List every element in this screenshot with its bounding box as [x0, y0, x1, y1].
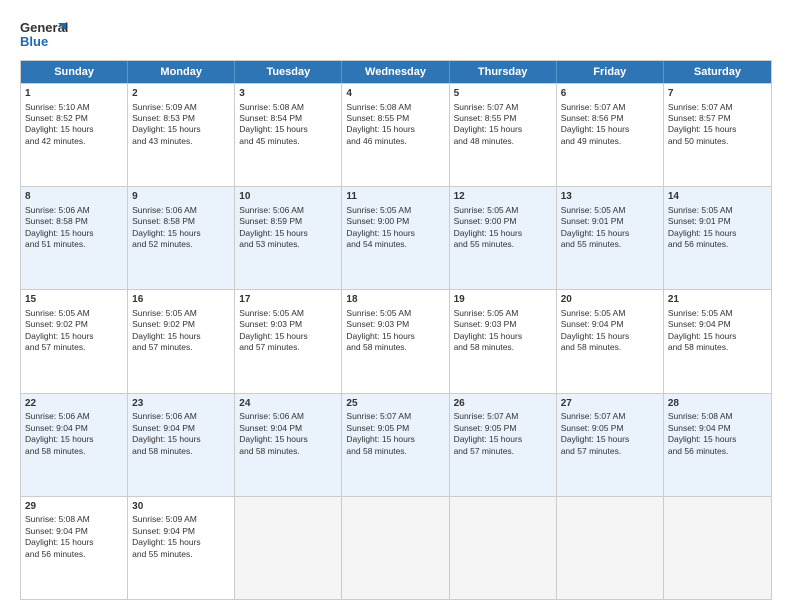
day-cell: 21Sunrise: 5:05 AMSunset: 9:04 PMDayligh… — [664, 290, 771, 392]
day-cell: 5Sunrise: 5:07 AMSunset: 8:55 PMDaylight… — [450, 84, 557, 186]
day-cell: 22Sunrise: 5:06 AMSunset: 9:04 PMDayligh… — [21, 394, 128, 496]
empty-cell — [450, 497, 557, 599]
day-number: 24 — [239, 397, 337, 411]
day-of-week-header: Saturday — [664, 61, 771, 83]
day-cell: 19Sunrise: 5:05 AMSunset: 9:03 PMDayligh… — [450, 290, 557, 392]
header: GeneralBlue — [20, 18, 772, 50]
day-cell: 12Sunrise: 5:05 AMSunset: 9:00 PMDayligh… — [450, 187, 557, 289]
day-cell: 8Sunrise: 5:06 AMSunset: 8:58 PMDaylight… — [21, 187, 128, 289]
calendar-body: 1Sunrise: 5:10 AMSunset: 8:52 PMDaylight… — [21, 83, 771, 599]
day-of-week-header: Wednesday — [342, 61, 449, 83]
day-number: 18 — [346, 293, 444, 307]
day-number: 30 — [132, 500, 230, 514]
day-cell: 27Sunrise: 5:07 AMSunset: 9:05 PMDayligh… — [557, 394, 664, 496]
day-cell: 3Sunrise: 5:08 AMSunset: 8:54 PMDaylight… — [235, 84, 342, 186]
day-cell: 29Sunrise: 5:08 AMSunset: 9:04 PMDayligh… — [21, 497, 128, 599]
day-number: 27 — [561, 397, 659, 411]
day-number: 10 — [239, 190, 337, 204]
day-cell: 25Sunrise: 5:07 AMSunset: 9:05 PMDayligh… — [342, 394, 449, 496]
day-cell: 24Sunrise: 5:06 AMSunset: 9:04 PMDayligh… — [235, 394, 342, 496]
day-cell: 16Sunrise: 5:05 AMSunset: 9:02 PMDayligh… — [128, 290, 235, 392]
day-number: 5 — [454, 87, 552, 101]
day-cell: 30Sunrise: 5:09 AMSunset: 9:04 PMDayligh… — [128, 497, 235, 599]
day-number: 17 — [239, 293, 337, 307]
day-number: 15 — [25, 293, 123, 307]
day-number: 28 — [668, 397, 767, 411]
day-number: 11 — [346, 190, 444, 204]
day-number: 26 — [454, 397, 552, 411]
calendar-row: 29Sunrise: 5:08 AMSunset: 9:04 PMDayligh… — [21, 496, 771, 599]
day-number: 19 — [454, 293, 552, 307]
logo-svg: GeneralBlue — [20, 18, 70, 50]
empty-cell — [342, 497, 449, 599]
calendar-header: SundayMondayTuesdayWednesdayThursdayFrid… — [21, 61, 771, 83]
day-number: 29 — [25, 500, 123, 514]
day-of-week-header: Thursday — [450, 61, 557, 83]
day-cell: 4Sunrise: 5:08 AMSunset: 8:55 PMDaylight… — [342, 84, 449, 186]
day-number: 25 — [346, 397, 444, 411]
day-cell: 14Sunrise: 5:05 AMSunset: 9:01 PMDayligh… — [664, 187, 771, 289]
day-cell: 6Sunrise: 5:07 AMSunset: 8:56 PMDaylight… — [557, 84, 664, 186]
page: GeneralBlue SundayMondayTuesdayWednesday… — [0, 0, 792, 612]
day-of-week-header: Sunday — [21, 61, 128, 83]
day-number: 2 — [132, 87, 230, 101]
day-number: 6 — [561, 87, 659, 101]
day-cell: 10Sunrise: 5:06 AMSunset: 8:59 PMDayligh… — [235, 187, 342, 289]
day-number: 7 — [668, 87, 767, 101]
day-number: 22 — [25, 397, 123, 411]
day-number: 23 — [132, 397, 230, 411]
day-number: 14 — [668, 190, 767, 204]
day-number: 1 — [25, 87, 123, 101]
day-number: 13 — [561, 190, 659, 204]
day-of-week-header: Tuesday — [235, 61, 342, 83]
day-cell: 1Sunrise: 5:10 AMSunset: 8:52 PMDaylight… — [21, 84, 128, 186]
empty-cell — [664, 497, 771, 599]
calendar-row: 22Sunrise: 5:06 AMSunset: 9:04 PMDayligh… — [21, 393, 771, 496]
day-cell: 17Sunrise: 5:05 AMSunset: 9:03 PMDayligh… — [235, 290, 342, 392]
day-cell: 23Sunrise: 5:06 AMSunset: 9:04 PMDayligh… — [128, 394, 235, 496]
day-number: 12 — [454, 190, 552, 204]
calendar-row: 8Sunrise: 5:06 AMSunset: 8:58 PMDaylight… — [21, 186, 771, 289]
day-cell: 7Sunrise: 5:07 AMSunset: 8:57 PMDaylight… — [664, 84, 771, 186]
day-cell: 9Sunrise: 5:06 AMSunset: 8:58 PMDaylight… — [128, 187, 235, 289]
day-cell: 20Sunrise: 5:05 AMSunset: 9:04 PMDayligh… — [557, 290, 664, 392]
day-cell: 26Sunrise: 5:07 AMSunset: 9:05 PMDayligh… — [450, 394, 557, 496]
day-number: 8 — [25, 190, 123, 204]
day-of-week-header: Friday — [557, 61, 664, 83]
empty-cell — [235, 497, 342, 599]
calendar-row: 1Sunrise: 5:10 AMSunset: 8:52 PMDaylight… — [21, 83, 771, 186]
day-number: 9 — [132, 190, 230, 204]
logo: GeneralBlue — [20, 18, 70, 50]
calendar: SundayMondayTuesdayWednesdayThursdayFrid… — [20, 60, 772, 600]
day-cell: 28Sunrise: 5:08 AMSunset: 9:04 PMDayligh… — [664, 394, 771, 496]
day-number: 20 — [561, 293, 659, 307]
calendar-row: 15Sunrise: 5:05 AMSunset: 9:02 PMDayligh… — [21, 289, 771, 392]
day-cell: 15Sunrise: 5:05 AMSunset: 9:02 PMDayligh… — [21, 290, 128, 392]
day-cell: 18Sunrise: 5:05 AMSunset: 9:03 PMDayligh… — [342, 290, 449, 392]
svg-text:General: General — [20, 20, 68, 35]
day-number: 16 — [132, 293, 230, 307]
day-cell: 13Sunrise: 5:05 AMSunset: 9:01 PMDayligh… — [557, 187, 664, 289]
day-number: 21 — [668, 293, 767, 307]
day-cell: 2Sunrise: 5:09 AMSunset: 8:53 PMDaylight… — [128, 84, 235, 186]
day-number: 4 — [346, 87, 444, 101]
day-of-week-header: Monday — [128, 61, 235, 83]
svg-text:Blue: Blue — [20, 34, 48, 49]
day-cell: 11Sunrise: 5:05 AMSunset: 9:00 PMDayligh… — [342, 187, 449, 289]
day-number: 3 — [239, 87, 337, 101]
empty-cell — [557, 497, 664, 599]
